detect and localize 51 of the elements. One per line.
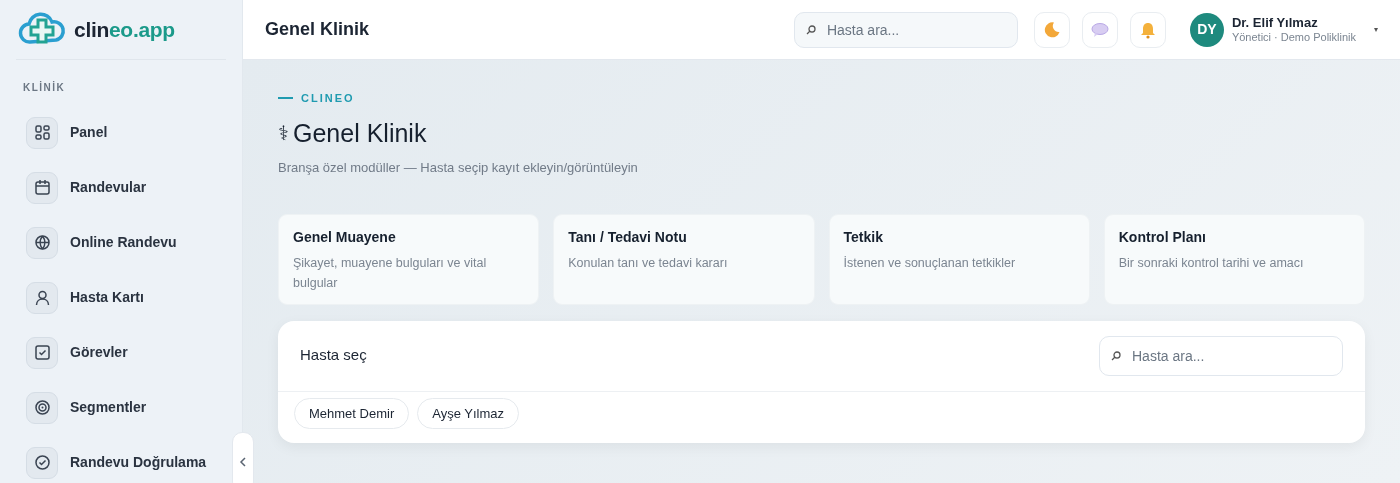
sidebar-item[interactable]: Randevu Doğrulama: [16, 435, 226, 483]
module-description: Konulan tanı ve tedavi kararı: [568, 255, 729, 273]
module-card[interactable]: Tetkik İstenen ve sonuçlanan tetkikler: [828, 213, 1090, 305]
notifications-button[interactable]: [1129, 11, 1166, 48]
card-title: Hasta seç: [300, 345, 367, 366]
caret-icon[interactable]: ▾: [1374, 23, 1378, 36]
module-card[interactable]: Tanı / Tedavi Notu Konulan tanı ve tedavi kararı: [553, 213, 815, 305]
speech-bubble-icon: [1090, 21, 1109, 38]
page-title: Genel Klinik: [265, 18, 370, 41]
sidebar-item[interactable]: Panel: [16, 105, 226, 160]
module-title: Tetkik: [843, 228, 884, 246]
section-label: KLİNİK: [23, 80, 67, 95]
calendar-icon: [33, 179, 51, 196]
module-description: Bir sonraki kontrol tarihi ve amacı: [1118, 255, 1305, 273]
module-title: Tanı / Tedavi Notu: [568, 228, 688, 246]
patient-chip[interactable]: Mehmet Demir: [294, 397, 410, 429]
eyebrow-label: CLINEO: [301, 91, 355, 106]
sidebar-item[interactable]: Randevular: [16, 160, 226, 215]
module-title: Genel Muayene: [293, 228, 397, 246]
module-card[interactable]: Kontrol Planı Bir sonraki kontrol tarihi ve amacı: [1103, 213, 1365, 305]
theme-button[interactable]: [1033, 11, 1070, 48]
user-icon: [33, 289, 51, 306]
sidebar-item[interactable]: Görevler: [16, 325, 226, 380]
user-avatar[interactable]: DY: [1189, 12, 1224, 47]
page-heading: Genel Klinik: [293, 117, 427, 149]
module-description: Şikayet, muayene bulguları ve vital bulgular: [293, 255, 488, 293]
search-icon: [805, 24, 816, 35]
grid-icon: [33, 124, 51, 141]
target-icon: [33, 399, 51, 416]
globe-icon: [33, 234, 51, 251]
sidebar-item[interactable]: Online Randevu: [16, 215, 226, 270]
caduceus-icon: ⚕: [278, 118, 289, 149]
user-role: Yönetici · Demo Poliklinik: [1231, 30, 1356, 44]
checkbox-icon: [33, 344, 51, 361]
brand-name: clineo.app: [74, 16, 175, 43]
module-description: İstenen ve sonuçlanan tetkikler: [843, 255, 1017, 273]
moon-icon: [1042, 20, 1061, 39]
patient-search-field[interactable]: Hasta ara...: [1099, 335, 1343, 376]
collapse-button[interactable]: [232, 432, 254, 483]
patient-chip[interactable]: Ayşe Yılmaz: [417, 397, 520, 429]
sidebar-item[interactable]: Segmentler: [16, 380, 226, 435]
search-icon: [1111, 350, 1121, 361]
messages-button[interactable]: [1081, 11, 1118, 48]
user-name: Dr. Elif Yılmaz: [1231, 15, 1319, 31]
module-title: Kontrol Planı: [1118, 228, 1207, 246]
chevron-left-icon: [239, 457, 247, 467]
page-subtitle: Branşa özel modüller — Hasta seçip kayıt ekleyin/görüntüleyin: [278, 159, 639, 177]
search-field[interactable]: Hasta ara...: [793, 11, 1018, 48]
module-card[interactable]: Genel Muayene Şikayet, muayene bulguları ve vital bulgular: [278, 213, 540, 305]
check-circle-icon: [33, 454, 51, 471]
sidebar-item[interactable]: Hasta Kartı: [16, 270, 226, 325]
